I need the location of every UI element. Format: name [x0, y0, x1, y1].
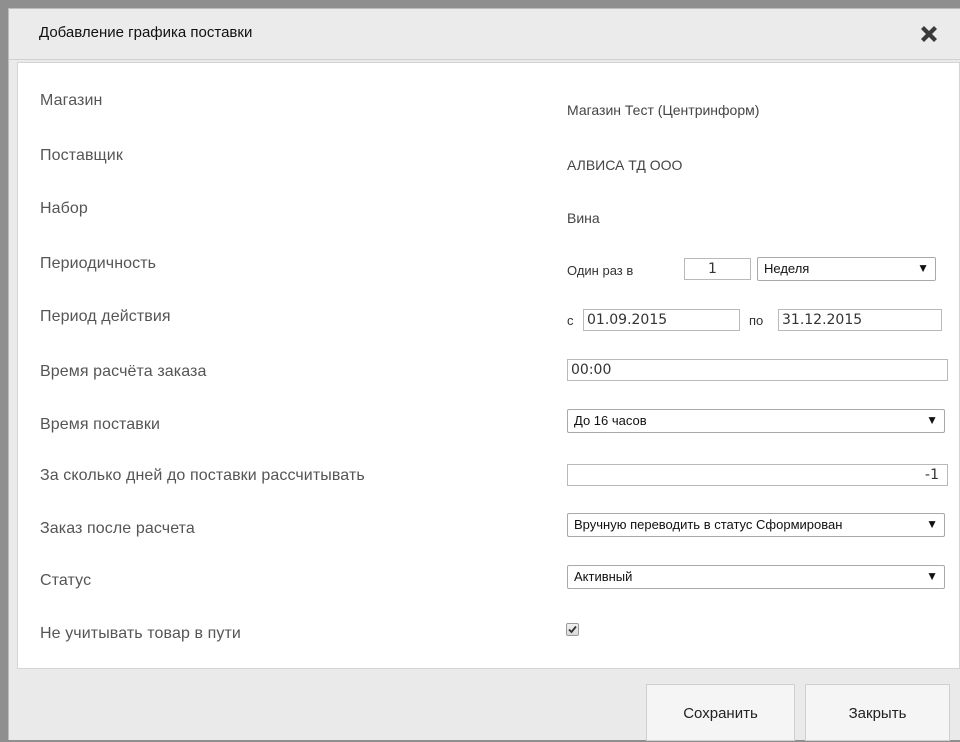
ignore-transit-checkbox[interactable] — [566, 623, 579, 636]
days-before-label: За сколько дней до поставки рассчитывать — [40, 467, 365, 484]
form-panel: Магазин Поставщик Набор Периодичность Пе… — [17, 62, 960, 669]
order-after-select[interactable]: Вручную переводить в статус Сформирован … — [567, 513, 945, 537]
chevron-down-icon: ▼ — [926, 569, 938, 583]
set-label: Набор — [40, 200, 88, 217]
close-dialog-button[interactable] — [917, 22, 941, 46]
status-value: Активный — [574, 569, 633, 584]
supplier-label: Поставщик — [40, 147, 123, 164]
order-after-value: Вручную переводить в статус Сформирован — [574, 517, 843, 532]
delivery-time-value: До 16 часов — [574, 413, 647, 428]
dialog: Добавление графика поставки Магазин Пост… — [8, 8, 960, 741]
set-value: Вина — [567, 210, 600, 226]
calc-time-label: Время расчёта заказа — [40, 363, 207, 380]
periodicity-unit-select[interactable]: Неделя ▼ — [757, 257, 936, 281]
dialog-title: Добавление графика поставки — [39, 24, 253, 41]
days-before-input[interactable]: -1 — [567, 464, 948, 486]
validity-from-input[interactable]: 01.09.2015 — [583, 309, 740, 331]
close-x-icon — [921, 26, 937, 42]
supplier-value: АЛВИСА ТД ООО — [567, 157, 683, 173]
periodicity-prefix: Один раз в — [567, 263, 634, 278]
chevron-down-icon: ▼ — [926, 413, 938, 427]
store-value: Магазин Тест (Центринформ) — [567, 102, 760, 118]
order-after-label: Заказ после расчета — [40, 520, 195, 537]
store-label: Магазин — [40, 92, 103, 109]
chevron-down-icon: ▼ — [917, 261, 929, 275]
validity-to-label: по — [749, 313, 764, 328]
validity-to-input[interactable]: 31.12.2015 — [778, 309, 942, 331]
delivery-time-select[interactable]: До 16 часов ▼ — [567, 409, 945, 433]
calc-time-input[interactable]: 00:00 — [567, 359, 948, 381]
delivery-time-label: Время поставки — [40, 416, 161, 433]
save-button[interactable]: Сохранить — [646, 684, 795, 741]
periodicity-unit-value: Неделя — [764, 261, 810, 276]
validity-label: Период действия — [40, 308, 171, 325]
dialog-titlebar: Добавление графика поставки — [9, 9, 960, 60]
checkmark-icon — [568, 625, 577, 634]
chevron-down-icon: ▼ — [926, 517, 938, 531]
status-select[interactable]: Активный ▼ — [567, 565, 945, 589]
validity-from-label: с — [567, 313, 574, 328]
close-button[interactable]: Закрыть — [805, 684, 950, 741]
status-label: Статус — [40, 572, 92, 589]
ignore-transit-label: Не учитывать товар в пути — [40, 625, 241, 642]
periodicity-label: Периодичность — [40, 255, 157, 272]
periodicity-count-input[interactable]: 1 — [684, 258, 751, 280]
